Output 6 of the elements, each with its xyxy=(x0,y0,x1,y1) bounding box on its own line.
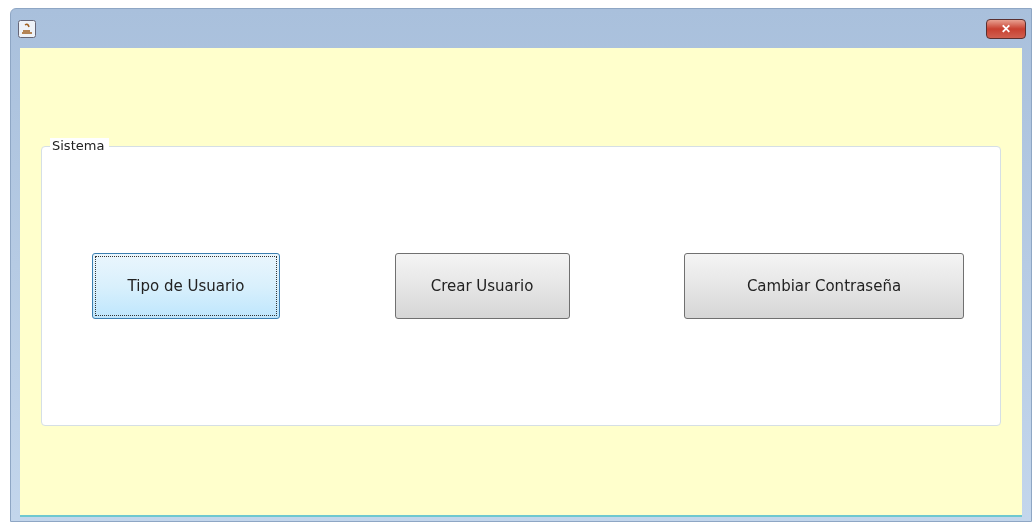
panel-title: Sistema xyxy=(50,138,110,153)
close-button[interactable]: ✕ xyxy=(986,18,1026,39)
action-button[interactable]: Tipo de Usuario xyxy=(92,253,280,319)
action-button[interactable]: Cambiar Contraseña xyxy=(684,253,964,319)
action-button[interactable]: Crear Usuario xyxy=(394,253,570,319)
app-icon xyxy=(18,19,36,38)
